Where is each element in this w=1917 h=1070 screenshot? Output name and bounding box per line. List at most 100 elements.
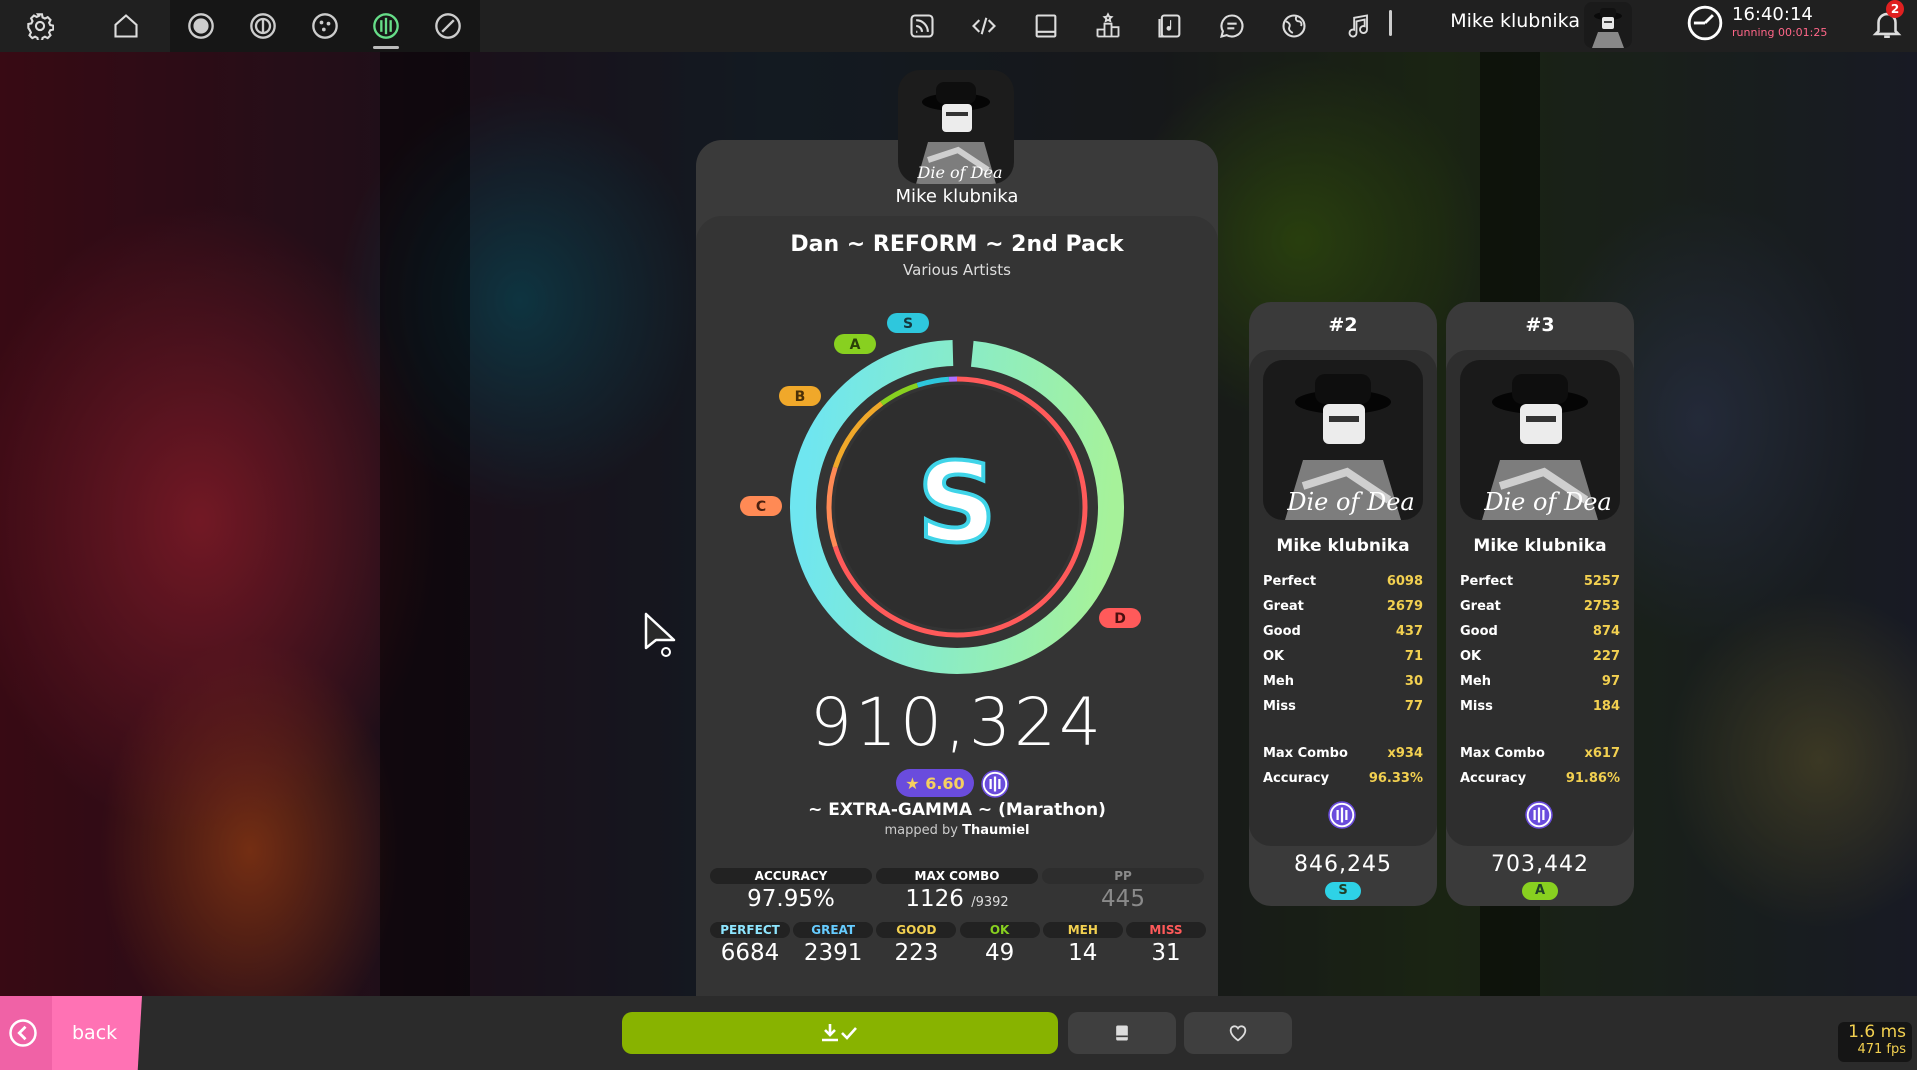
player-avatar[interactable]: Die of Dea bbox=[898, 70, 1014, 184]
max-combo-label: Max Combo bbox=[1460, 746, 1545, 761]
active-ruleset-indicator bbox=[373, 46, 399, 49]
rankings-icon[interactable] bbox=[1088, 6, 1128, 46]
hit-stat-label-ok: OK bbox=[959, 922, 1040, 938]
leaderboard-max-combo-row: Max Combo x934 bbox=[1263, 746, 1423, 766]
clock-time: 16:40:14 bbox=[1732, 4, 1813, 25]
svg-text:Die of Dea: Die of Dea bbox=[1286, 488, 1414, 516]
leaderboard-stat-label: Miss bbox=[1263, 699, 1296, 714]
leaderboard-stat-row: Perfect 6098 bbox=[1263, 574, 1423, 594]
stat-pp-label: PP bbox=[1042, 868, 1204, 884]
leaderboard-stat-value: 6098 bbox=[1386, 574, 1423, 589]
leaderboard-avatar[interactable]: Die of Dea bbox=[1263, 360, 1423, 520]
accuracy-label: Accuracy bbox=[1263, 771, 1330, 786]
leaderboard-grade-badge: A bbox=[1522, 882, 1558, 900]
max-combo-number: 1126 bbox=[905, 886, 964, 912]
max-combo-value: x617 bbox=[1584, 746, 1620, 761]
svg-text:C: C bbox=[756, 499, 766, 515]
grade-marker-s: S bbox=[887, 313, 929, 333]
stat-max-combo-label: MAX COMBO bbox=[876, 868, 1038, 884]
mania-ruleset-icon bbox=[981, 770, 1009, 798]
hit-stat-value-meh: 14 bbox=[1068, 940, 1098, 966]
leaderboard-stat-label: Meh bbox=[1263, 674, 1295, 689]
accuracy-circle: S S A B C D bbox=[740, 313, 1141, 674]
leaderboard-stat-row: OK 227 bbox=[1460, 649, 1620, 669]
svg-text:B: B bbox=[795, 389, 806, 405]
toolbar-avatar[interactable] bbox=[1584, 2, 1632, 48]
leaderboard-score: 703,442 bbox=[1491, 852, 1589, 877]
download-check-icon bbox=[822, 1024, 857, 1042]
stat-accuracy-label: ACCURACY bbox=[710, 868, 872, 884]
leaderboard-stat-value: 77 bbox=[1404, 699, 1423, 714]
toolbar: Mike klubnika 16:40:14 running 00:01:25 … bbox=[0, 0, 1917, 52]
catch-ruleset-icon[interactable] bbox=[305, 6, 345, 46]
leaderboard-avatar[interactable]: Die of Dea bbox=[1460, 360, 1620, 520]
hit-stat-value-miss: 31 bbox=[1151, 940, 1181, 966]
leaderboard-stat-value: 227 bbox=[1592, 649, 1620, 664]
svg-text:Die of Dea: Die of Dea bbox=[917, 163, 1003, 182]
taiko-ruleset-icon[interactable] bbox=[243, 6, 283, 46]
home-icon[interactable] bbox=[106, 6, 146, 46]
add-to-collection-button[interactable] bbox=[1068, 1012, 1176, 1054]
leaderboard-card[interactable]: #3 Die of Dea Mike klubnika Perfect 5257 Grea… bbox=[1446, 302, 1634, 906]
clock-icon[interactable] bbox=[1686, 4, 1724, 42]
accuracy-value: 96.33% bbox=[1368, 771, 1423, 786]
svg-text:Die of Dea: Die of Dea bbox=[1483, 488, 1611, 516]
leaderboard-card[interactable]: #2 Die of Dea Mike klubnika Perfect 6098 Grea… bbox=[1249, 302, 1437, 906]
difficulty-name: ~ EXTRA-GAMMA ~ (Marathon) bbox=[808, 800, 1106, 820]
fps-counter: 1.6 ms 471 fps bbox=[1838, 1022, 1912, 1062]
grade-marker-c: C bbox=[740, 496, 782, 516]
leaderboard-stat-label: Great bbox=[1263, 599, 1304, 614]
max-combo-label: Max Combo bbox=[1263, 746, 1348, 761]
leaderboard-username[interactable]: Mike klubnika bbox=[1446, 536, 1634, 556]
leaderboard-stat-value: 5257 bbox=[1583, 574, 1620, 589]
beatmap-listing-icon[interactable] bbox=[1150, 6, 1190, 46]
leaderboard-stat-label: Meh bbox=[1460, 674, 1492, 689]
chevron-left-icon[interactable] bbox=[8, 1018, 38, 1048]
leaderboard-stat-row: OK 71 bbox=[1263, 649, 1423, 669]
mapper-name[interactable]: Thaumiel bbox=[962, 823, 1029, 838]
max-combo-total: /9392 bbox=[971, 895, 1009, 910]
download-button[interactable] bbox=[622, 1012, 1058, 1054]
leaderboard-stat-value: 184 bbox=[1592, 699, 1620, 714]
mapped-by: mapped by Thaumiel bbox=[696, 823, 1218, 838]
total-score: 910,324 bbox=[810, 684, 1104, 761]
custom-ruleset-icon[interactable] bbox=[428, 6, 468, 46]
player-username[interactable]: Mike klubnika bbox=[696, 186, 1218, 207]
leaderboard-stat-value: 874 bbox=[1592, 624, 1620, 639]
accuracy-value: 91.86% bbox=[1565, 771, 1620, 786]
leaderboard-stat-value: 437 bbox=[1395, 624, 1423, 639]
leaderboard-score: 846,245 bbox=[1294, 852, 1392, 877]
mouse-cursor bbox=[644, 612, 676, 657]
leaderboard-stat-label: Miss bbox=[1460, 699, 1493, 714]
music-icon[interactable] bbox=[1340, 6, 1380, 46]
mania-ruleset-icon[interactable] bbox=[366, 6, 406, 46]
gear-icon[interactable] bbox=[20, 6, 60, 46]
hit-stat-label-good: GOOD bbox=[876, 922, 957, 938]
hit-stat-label-miss: MISS bbox=[1126, 922, 1206, 938]
leaderboard-stat-value: 30 bbox=[1404, 674, 1423, 689]
globe-icon[interactable] bbox=[1274, 6, 1314, 46]
svg-text:S: S bbox=[903, 316, 913, 332]
rss-icon[interactable] bbox=[902, 6, 942, 46]
book-icon[interactable] bbox=[1026, 6, 1066, 46]
toolbar-username[interactable]: Mike klubnika bbox=[1440, 10, 1580, 32]
leaderboard-stat-label: OK bbox=[1263, 649, 1285, 664]
leaderboard-stat-label: OK bbox=[1460, 649, 1482, 664]
notification-count-badge: 2 bbox=[1886, 0, 1904, 18]
back-label[interactable]: back bbox=[72, 1022, 117, 1044]
leaderboard-stat-row: Miss 184 bbox=[1460, 699, 1620, 719]
leaderboard-stat-row: Great 2679 bbox=[1263, 599, 1423, 619]
leaderboard-max-combo-row: Max Combo x617 bbox=[1460, 746, 1620, 766]
chat-icon[interactable] bbox=[1212, 6, 1252, 46]
stat-max-combo-value: 1126 /9392 bbox=[876, 886, 1038, 912]
favourite-button[interactable] bbox=[1184, 1012, 1292, 1054]
leaderboard-stat-row: Meh 97 bbox=[1460, 674, 1620, 694]
osu-ruleset-icon[interactable] bbox=[181, 6, 221, 46]
leaderboard-username[interactable]: Mike klubnika bbox=[1249, 536, 1437, 556]
leaderboard-stat-value: 2679 bbox=[1386, 599, 1423, 614]
grade-band-c bbox=[826, 466, 838, 548]
grade-marker-a: A bbox=[834, 334, 876, 354]
code-icon[interactable] bbox=[964, 6, 1004, 46]
hit-stat-label-meh: MEH bbox=[1042, 922, 1123, 938]
leaderboard-position: #2 bbox=[1328, 314, 1358, 336]
